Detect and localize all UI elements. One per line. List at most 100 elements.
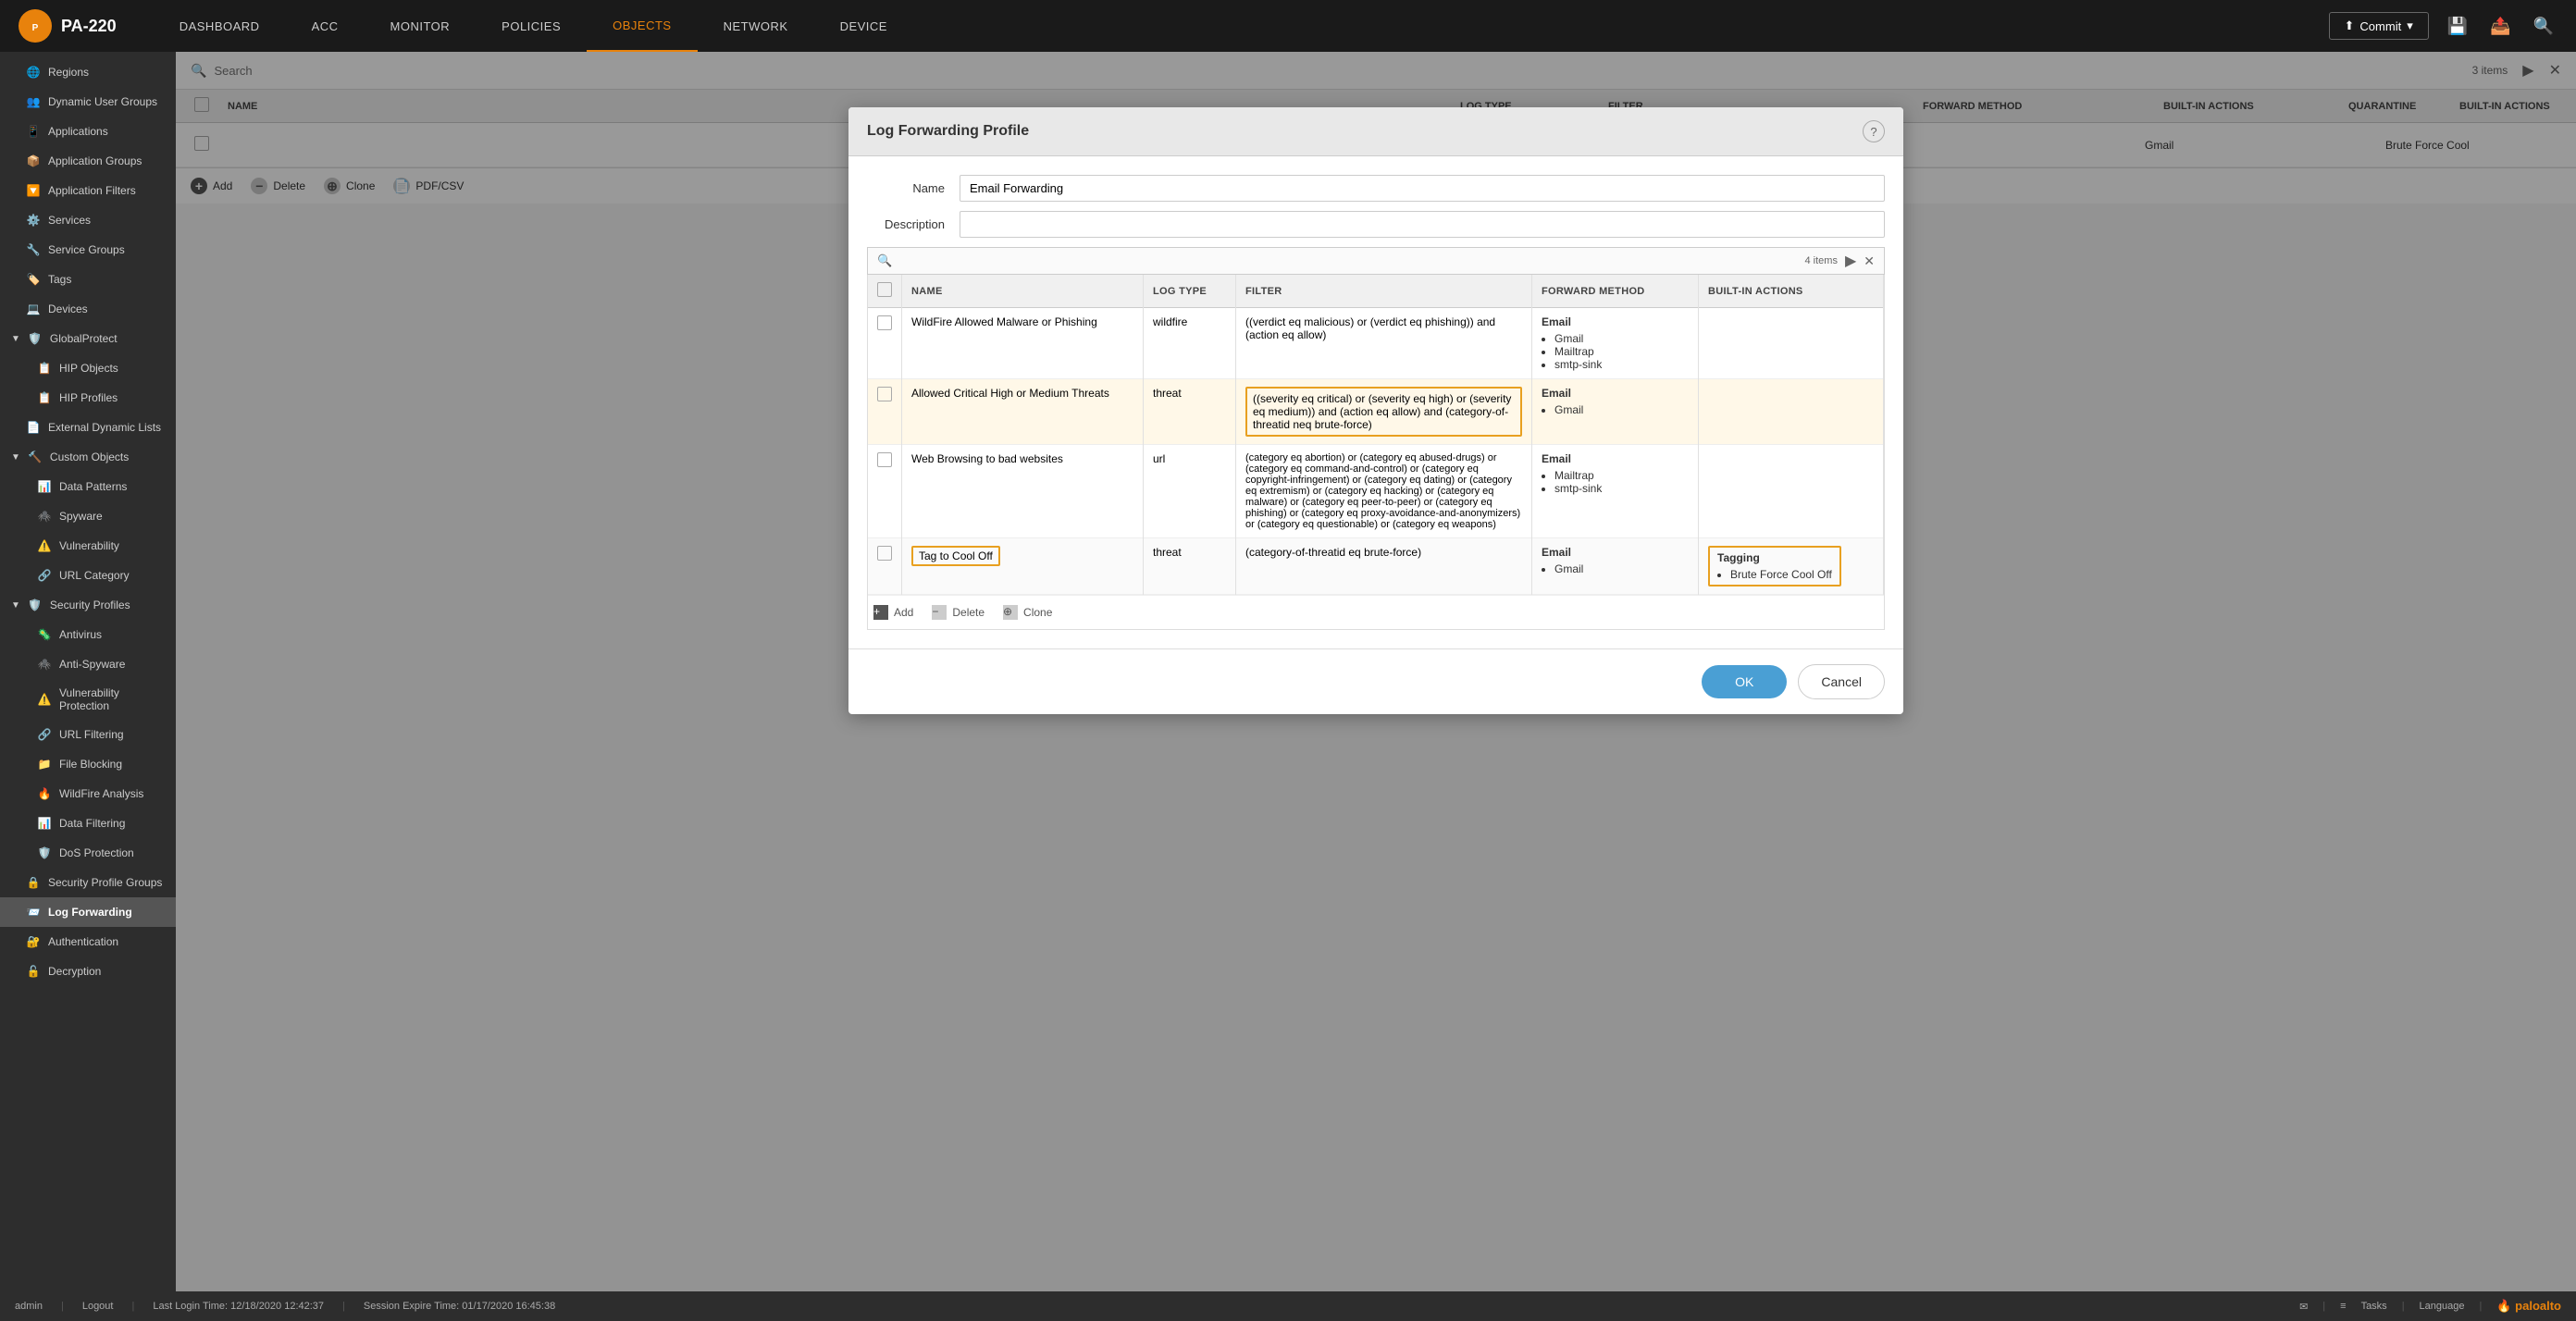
status-language[interactable]: Language — [2420, 1301, 2465, 1312]
modal-clone-button[interactable]: ⊕ Clone — [1003, 605, 1052, 620]
sidebar-item-applications[interactable]: 📱 Applications — [0, 117, 176, 146]
sidebar-item-security-profiles[interactable]: ▼ 🛡️ Security Profiles — [0, 590, 176, 620]
modal-nav-arrow[interactable]: ▶ — [1845, 252, 1856, 270]
modal-search-icon: 🔍 — [877, 253, 892, 268]
sidebar-item-wildfire-analysis[interactable]: 🔥 WildFire Analysis — [0, 779, 176, 809]
sidebar-item-application-groups[interactable]: 📦 Application Groups — [0, 146, 176, 176]
sidebar-item-data-filtering[interactable]: 📊 Data Filtering — [0, 809, 176, 838]
row2-email-label: Email — [1542, 387, 1571, 400]
form-description-row: Description — [867, 211, 1885, 238]
sidebar-item-external-dynamic-lists[interactable]: 📄 External Dynamic Lists — [0, 413, 176, 442]
row4-email-label: Email — [1542, 546, 1571, 559]
nav-dashboard[interactable]: DASHBOARD — [154, 0, 286, 52]
modal-add-button[interactable]: + Add — [873, 605, 913, 620]
vulnerability-icon: ⚠️ — [37, 538, 52, 553]
app-filters-icon: 🔽 — [26, 183, 41, 198]
sidebar-item-dynamic-user-groups[interactable]: 👥 Dynamic User Groups — [0, 87, 176, 117]
sidebar-item-service-groups[interactable]: 🔧 Service Groups — [0, 235, 176, 265]
status-tasks[interactable]: Tasks — [2361, 1301, 2387, 1312]
sidebar-item-globalprotect[interactable]: ▼ 🛡️ GlobalProtect — [0, 324, 176, 353]
description-input[interactable] — [960, 211, 1885, 238]
row4-builtin-list: Brute Force Cool Off — [1730, 568, 1832, 581]
sidebar-item-log-forwarding[interactable]: 📨 Log Forwarding — [0, 897, 176, 927]
modal-delete-button[interactable]: − Delete — [932, 605, 985, 620]
save-icon[interactable]: 💾 — [2444, 13, 2471, 40]
app-name: PA-220 — [61, 17, 117, 36]
sidebar-item-regions[interactable]: 🌐 Regions — [0, 57, 176, 87]
sidebar-item-devices[interactable]: 💻 Devices — [0, 294, 176, 324]
row1-checkbox[interactable] — [877, 315, 892, 330]
nav-policies[interactable]: POLICIES — [476, 0, 587, 52]
row2-builtin — [1699, 379, 1884, 445]
ok-button[interactable]: OK — [1702, 665, 1787, 698]
list-item: Mailtrap — [1554, 345, 1689, 358]
sidebar-item-services[interactable]: ⚙️ Services — [0, 205, 176, 235]
modal-help-button[interactable]: ? — [1863, 120, 1885, 142]
sidebar-item-custom-objects[interactable]: ▼ 🔨 Custom Objects — [0, 442, 176, 472]
commit-icon: ⬆ — [2345, 19, 2355, 33]
row4-email-list: Gmail — [1554, 562, 1689, 575]
hip-objects-icon: 📋 — [37, 361, 52, 376]
row3-name: Web Browsing to bad websites — [902, 445, 1144, 538]
nav-monitor[interactable]: MONITOR — [365, 0, 477, 52]
modal-select-all[interactable] — [877, 282, 892, 297]
sidebar-item-decryption[interactable]: 🔓 Decryption — [0, 957, 176, 986]
row2-checkbox[interactable] — [877, 387, 892, 401]
modal-add-icon: + — [873, 605, 888, 620]
name-input[interactable] — [960, 175, 1885, 202]
url-filtering-icon: 🔗 — [37, 727, 52, 742]
sidebar-item-tags[interactable]: 🏷️ Tags — [0, 265, 176, 294]
row3-checkbox[interactable] — [877, 452, 892, 467]
modal-table-search: 🔍 4 items ▶ ✕ — [867, 247, 1885, 275]
content-area: 🔍 3 items ▶ ✕ NAME LOG TYPE FILTER FORWA… — [176, 52, 2576, 1291]
th-logtype: LOG TYPE — [1144, 275, 1236, 308]
sidebar-item-antivirus[interactable]: 🦠 Antivirus — [0, 620, 176, 649]
nav-network[interactable]: NETWORK — [698, 0, 814, 52]
modal-table-header-row: NAME LOG TYPE FILTER FORWARD METHOD BUIL… — [868, 275, 1884, 308]
email-icon: ✉ — [2299, 1301, 2308, 1313]
row4-builtin-highlight: Tagging Brute Force Cool Off — [1708, 546, 1841, 586]
nav-objects[interactable]: OBJECTS — [587, 0, 697, 52]
sidebar-item-url-filtering[interactable]: 🔗 URL Filtering — [0, 720, 176, 749]
sidebar-item-spyware[interactable]: 🕷️ Spyware — [0, 501, 176, 531]
svg-text:P: P — [32, 23, 39, 33]
status-logout[interactable]: Logout — [82, 1301, 114, 1312]
dynamic-user-groups-icon: 👥 — [26, 94, 41, 109]
row4-checkbox[interactable] — [877, 546, 892, 561]
sidebar-item-data-patterns[interactable]: 📊 Data Patterns — [0, 472, 176, 501]
row2-filter: ((severity eq critical) or (severity eq … — [1236, 379, 1532, 445]
sidebar-item-url-category[interactable]: 🔗 URL Category — [0, 561, 176, 590]
row1-forward: Email Gmail Mailtrap smtp-sink — [1532, 308, 1699, 379]
cancel-button[interactable]: Cancel — [1798, 664, 1885, 699]
modal-search-input[interactable] — [899, 254, 1797, 268]
app-logo: P PA-220 — [19, 9, 117, 43]
row4-forward: Email Gmail — [1532, 538, 1699, 595]
modal-search-count: 4 items ▶ ✕ — [1804, 252, 1875, 270]
row3-filter: (category eq abortion) or (category eq a… — [1236, 445, 1532, 538]
sidebar-item-hip-objects[interactable]: 📋 HIP Objects — [0, 353, 176, 383]
row2-email-list: Gmail — [1554, 403, 1689, 416]
sidebar-item-authentication[interactable]: 🔐 Authentication — [0, 927, 176, 957]
sidebar-item-vuln-protection[interactable]: ⚠️ Vulnerability Protection — [0, 679, 176, 720]
authentication-icon: 🔐 — [26, 934, 41, 949]
commit-button[interactable]: ⬆ Commit ▾ — [2329, 12, 2429, 40]
sidebar-item-file-blocking[interactable]: 📁 File Blocking — [0, 749, 176, 779]
row3-checkbox-cell — [868, 445, 902, 538]
main-layout: 🌐 Regions 👥 Dynamic User Groups 📱 Applic… — [0, 52, 2576, 1291]
sidebar-item-anti-spyware[interactable]: 🕷️ Anti-Spyware — [0, 649, 176, 679]
commit-dropdown-icon: ▾ — [2407, 19, 2413, 33]
nav-device[interactable]: DEVICE — [814, 0, 913, 52]
data-patterns-icon: 📊 — [37, 479, 52, 494]
sidebar-item-vulnerability[interactable]: ⚠️ Vulnerability — [0, 531, 176, 561]
app-groups-icon: 📦 — [26, 154, 41, 168]
modal-dialog: Log Forwarding Profile ? Name Descriptio… — [848, 107, 1903, 714]
nav-acc[interactable]: ACC — [286, 0, 365, 52]
sidebar-item-application-filters[interactable]: 🔽 Application Filters — [0, 176, 176, 205]
sidebar-item-dos-protection[interactable]: 🛡️ DoS Protection — [0, 838, 176, 868]
export-icon[interactable]: 📤 — [2486, 13, 2514, 40]
sidebar-item-hip-profiles[interactable]: 📋 HIP Profiles — [0, 383, 176, 413]
sidebar-item-security-profile-groups[interactable]: 🔒 Security Profile Groups — [0, 868, 176, 897]
statusbar-right: ✉ | ≡ Tasks | Language | 🔥 paloalto — [2299, 1299, 2561, 1314]
search-icon[interactable]: 🔍 — [2530, 13, 2557, 40]
modal-search-close[interactable]: ✕ — [1864, 253, 1875, 269]
